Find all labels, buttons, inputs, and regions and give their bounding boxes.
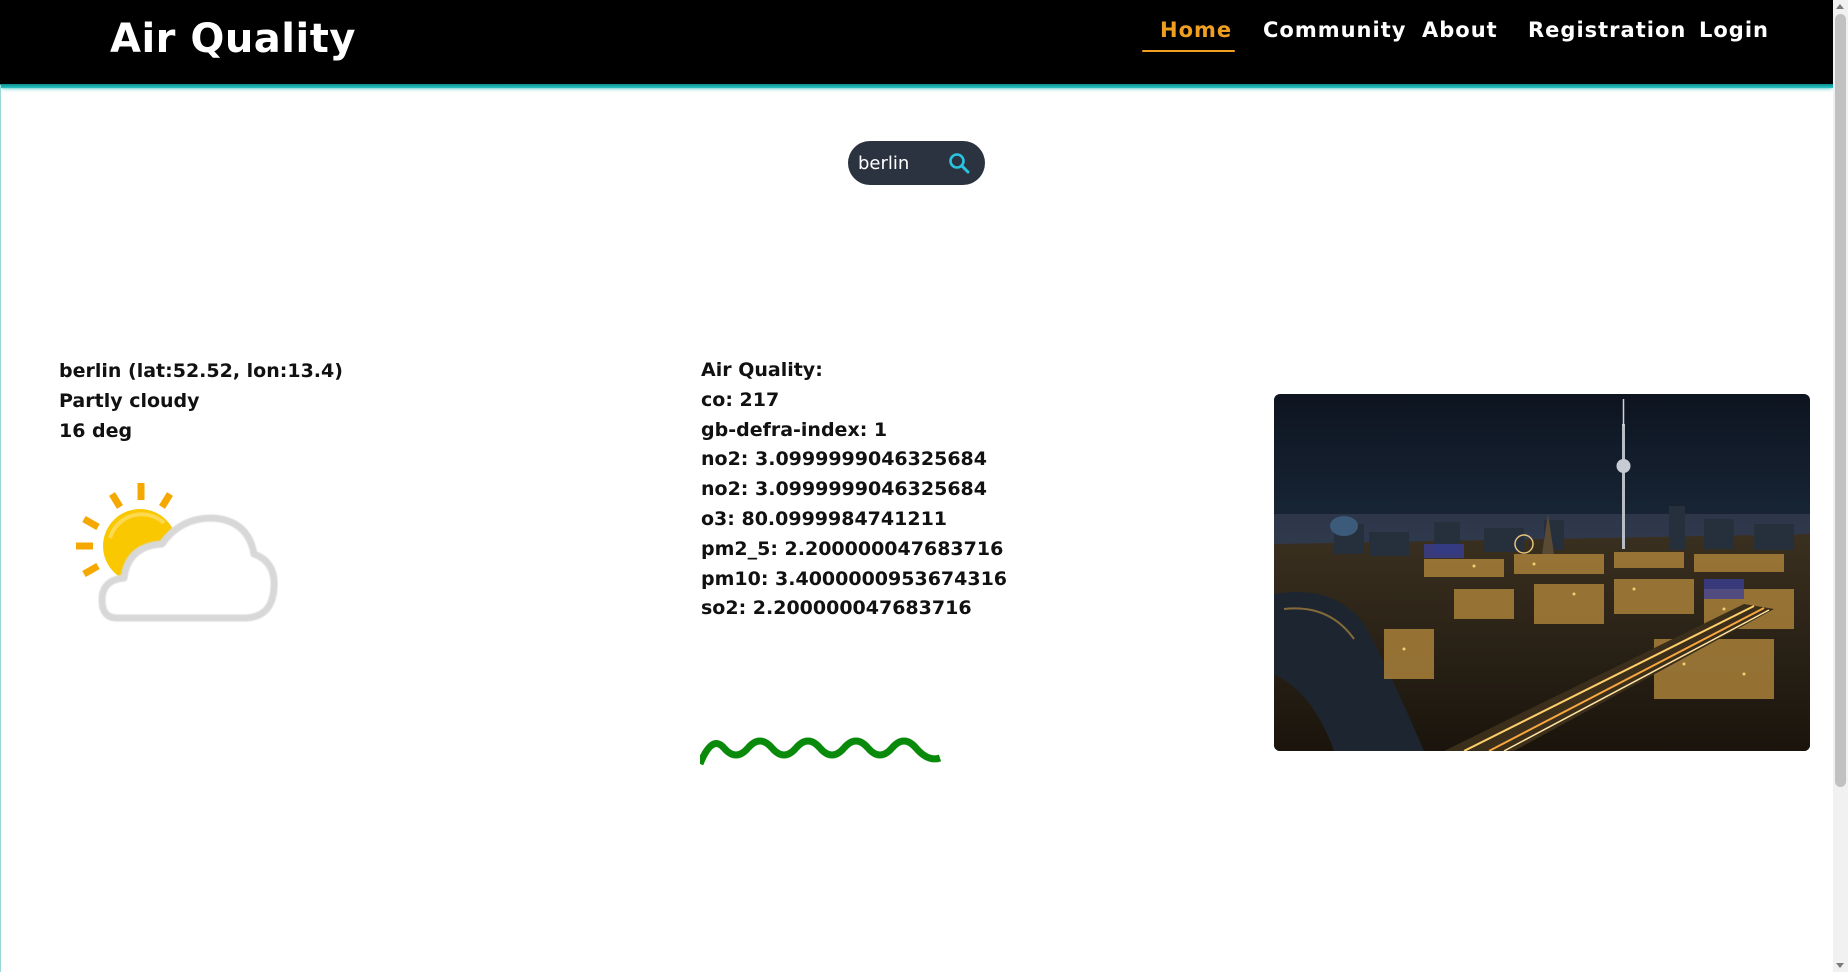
city-photo: [1274, 394, 1810, 751]
air-quality-heading: Air Quality:: [701, 359, 823, 381]
nav-registration[interactable]: Registration: [1528, 18, 1686, 42]
aq-row-pm10: pm10: 3.4000000953674316: [701, 567, 1008, 590]
page-left-border: [0, 85, 1, 972]
search-icon[interactable]: [947, 151, 971, 175]
search-input[interactable]: [858, 149, 942, 177]
page: Air Quality Home Community About Registr…: [0, 0, 1848, 972]
header: Air Quality Home Community About Registr…: [0, 0, 1833, 88]
nav-about[interactable]: About: [1422, 18, 1498, 42]
nav-login[interactable]: Login: [1699, 18, 1769, 42]
aq-row-o3: o3: 80.0999984741211: [701, 507, 948, 530]
scroll-up-icon[interactable]: [1836, 4, 1844, 9]
nav-home[interactable]: Home: [1160, 18, 1232, 42]
aq-row-co: co: 217: [701, 388, 780, 411]
weather-condition: Partly cloudy: [59, 390, 200, 412]
vertical-scrollbar[interactable]: [1833, 0, 1848, 972]
aq-row-no2-dup: no2: 3.0999999046325684: [701, 478, 987, 501]
scroll-thumb[interactable]: [1835, 14, 1846, 787]
search-box: [848, 141, 985, 185]
aq-row-so2: so2: 2.200000047683716: [701, 597, 972, 620]
temperature: 16 deg: [59, 420, 133, 442]
aq-row-pm2_5: pm2_5: 2.200000047683716: [701, 537, 1004, 560]
location-title: berlin (lat:52.52, lon:13.4): [59, 360, 343, 382]
nav-community[interactable]: Community: [1263, 18, 1406, 42]
aq-row-gb-defra-index: gb-defra-index: 1: [701, 418, 888, 441]
air-quality-wave-indicator: [696, 734, 942, 770]
aq-row-no2: no2: 3.0999999046325684: [701, 448, 987, 471]
location-info: berlin (lat:52.52, lon:13.4) Partly clou…: [59, 356, 343, 446]
brand-title[interactable]: Air Quality: [110, 16, 356, 62]
partly-cloudy-icon: [72, 478, 280, 628]
scroll-down-icon[interactable]: [1836, 963, 1844, 968]
nav-home-underline: [1142, 50, 1235, 52]
air-quality-panel: Air Quality: co: 217 gb-defra-index: 1 n…: [701, 356, 1007, 624]
